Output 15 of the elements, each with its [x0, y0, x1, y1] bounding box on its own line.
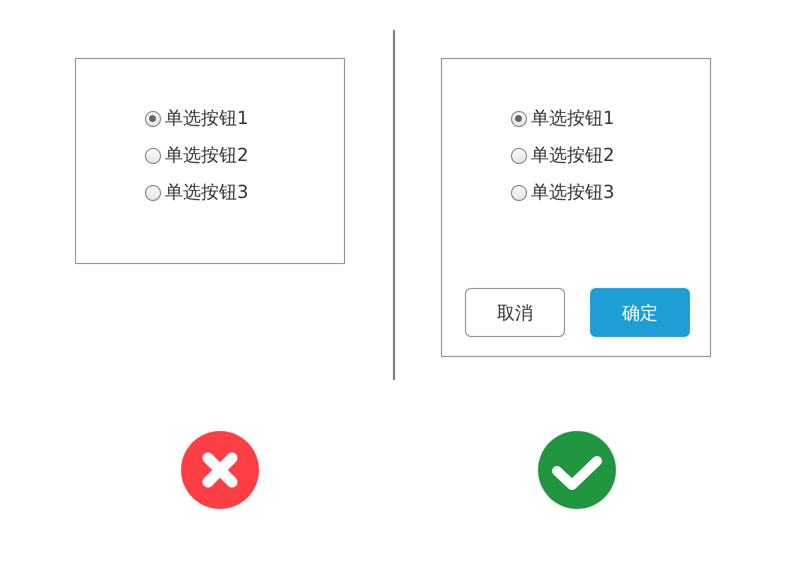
- radio-label: 单选按钮2: [531, 144, 614, 168]
- radio-button[interactable]: [511, 111, 527, 127]
- radio-label: 单选按钮2: [165, 144, 248, 168]
- radio-button[interactable]: [145, 148, 161, 164]
- radio-button[interactable]: [511, 148, 527, 164]
- radio-label: 单选按钮1: [531, 107, 614, 131]
- radio-button[interactable]: [145, 185, 161, 201]
- radio-button[interactable]: [145, 111, 161, 127]
- radio-label: 单选按钮3: [165, 181, 248, 205]
- radio-label: 单选按钮3: [531, 181, 614, 205]
- cross-icon: [181, 431, 259, 509]
- checkmark-icon: [538, 431, 616, 509]
- radio-button[interactable]: [511, 185, 527, 201]
- cancel-button[interactable]: 取消: [465, 288, 565, 337]
- radio-label: 单选按钮1: [165, 107, 248, 131]
